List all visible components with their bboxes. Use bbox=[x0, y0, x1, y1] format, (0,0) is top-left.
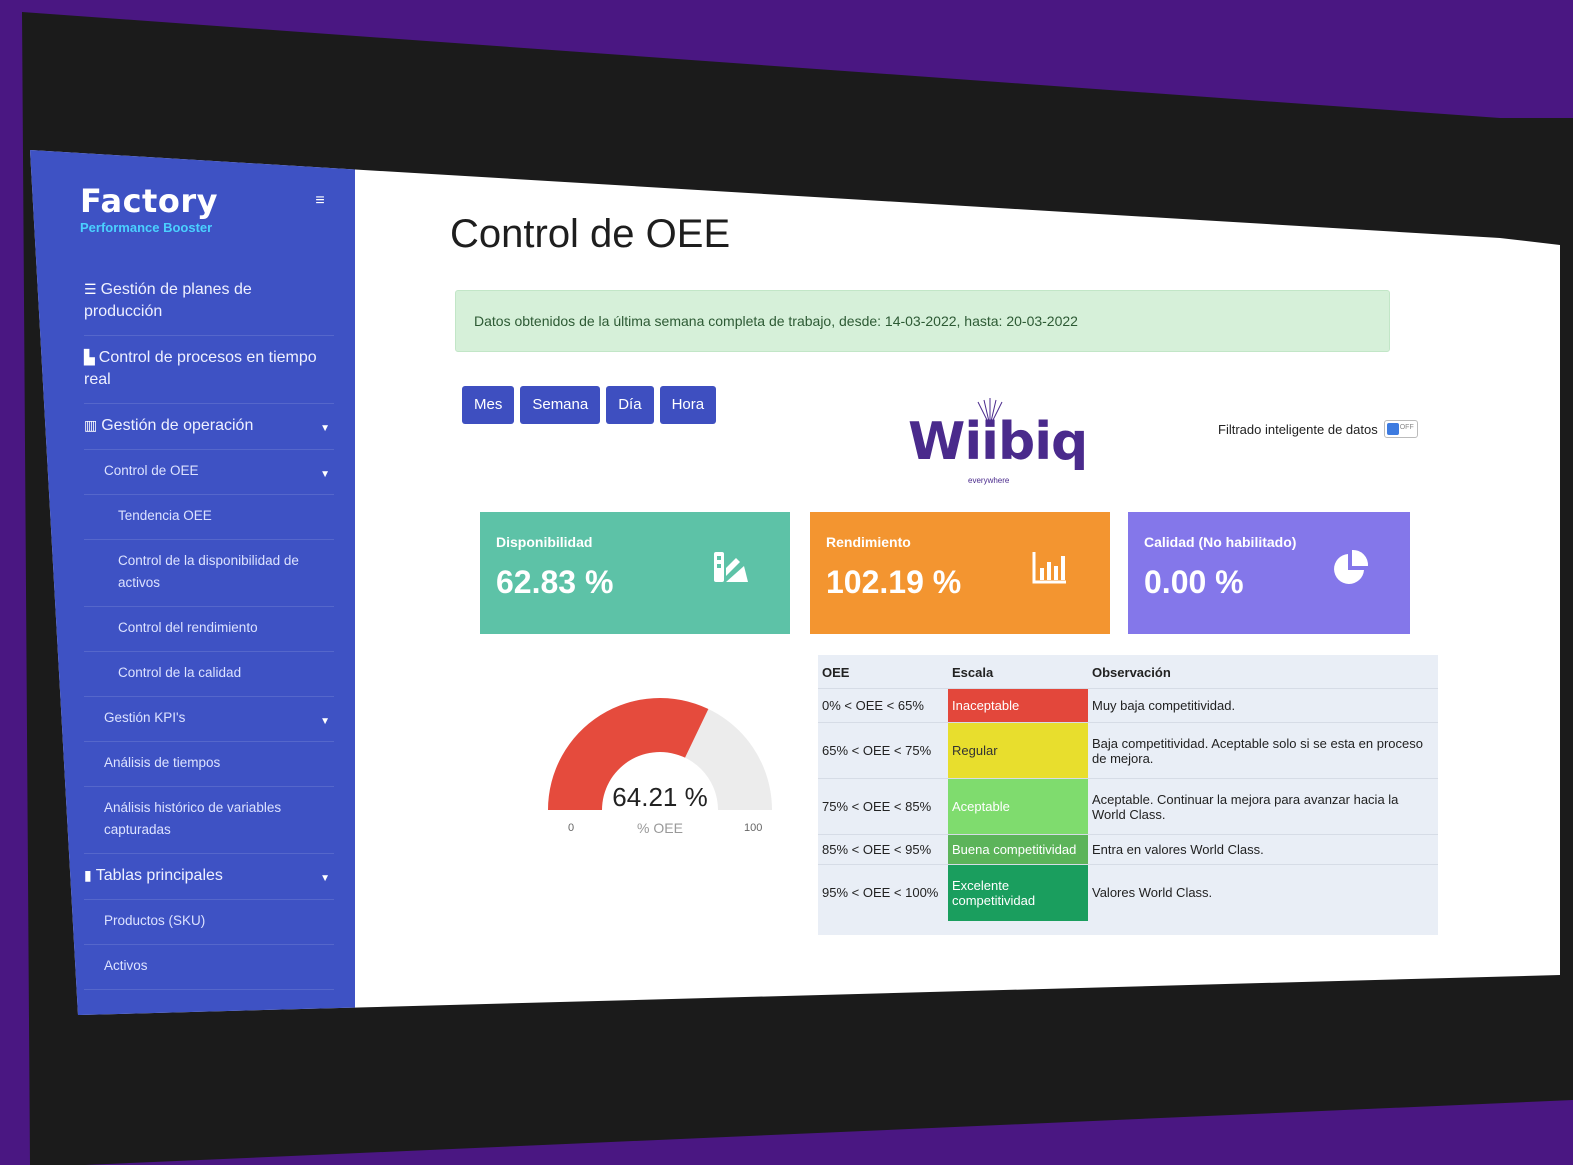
chevron-down-icon: ▼ bbox=[320, 423, 330, 434]
sidebar: Factory Performance Booster ≡ ☰ Gestión d… bbox=[30, 150, 355, 1015]
sidebar-item-label: Tendencia OEE bbox=[118, 508, 212, 523]
sidebar-item[interactable]: Control de la disponibilidad de activos bbox=[84, 540, 334, 607]
logo-tagline: everywhere bbox=[968, 476, 1010, 485]
sidebar-item[interactable]: Análisis histórico de variables capturad… bbox=[84, 787, 334, 854]
period-button-group: Mes Semana Día Hora bbox=[462, 386, 717, 424]
app-screen: Factory Performance Booster ≡ ☰ Gestión d… bbox=[30, 150, 1560, 1015]
oee-gauge: 64.21 % % OEE 0 100 bbox=[540, 680, 780, 850]
sidebar-item[interactable]: Tendencia OEE bbox=[84, 495, 334, 540]
sidebar-nav: ☰ Gestión de planes de producción ▙ Control… bbox=[84, 268, 334, 990]
week-button[interactable]: Semana bbox=[520, 386, 601, 424]
sidebar-item[interactable]: ▮ Tablas principales ▼ bbox=[84, 854, 334, 900]
bar-chart-icon: ▥ bbox=[84, 417, 98, 433]
chevron-down-icon: ▼ bbox=[320, 716, 330, 727]
oee-range-cell: 85% < OEE < 95% bbox=[818, 834, 948, 865]
performance-card: Rendimiento 102.19 % bbox=[810, 512, 1110, 634]
menu-toggle-icon[interactable]: ≡ bbox=[308, 188, 332, 214]
sidebar-item[interactable]: Gestión KPI's ▼ bbox=[84, 697, 334, 742]
oee-scale-cell: Regular bbox=[948, 722, 1088, 779]
palette-icon bbox=[710, 548, 750, 597]
table-row: 75% < OEE < 85% Aceptable Aceptable. Conti… bbox=[818, 778, 1438, 835]
switch-knob bbox=[1386, 423, 1399, 435]
table-row: 65% < OEE < 75% Regular Baja competitivida… bbox=[818, 722, 1438, 779]
oee-scale-cell: Inaceptable bbox=[948, 688, 1088, 723]
oee-scale-table: OEE Escala Observación 0% < OEE < 65% Ina… bbox=[818, 655, 1438, 935]
sidebar-item[interactable]: ▙ Control de procesos en tiempo real bbox=[84, 336, 334, 404]
oee-range-cell: 0% < OEE < 65% bbox=[818, 688, 948, 723]
switch-off-label: OFF bbox=[1399, 424, 1414, 431]
oee-range-cell: 75% < OEE < 85% bbox=[818, 778, 948, 835]
oee-range-cell: 95% < OEE < 100% bbox=[818, 864, 948, 921]
sidebar-item-label: Activos bbox=[104, 958, 148, 973]
table-row: 95% < OEE < 100% Excelente competitividad… bbox=[818, 864, 1438, 921]
oee-range-cell: 65% < OEE < 75% bbox=[818, 722, 948, 779]
sidebar-item-label: Control de la calidad bbox=[118, 665, 242, 680]
main-content: Control de OEE Datos obtenidos de la últ… bbox=[450, 150, 1530, 1015]
clipboard-icon: ▮ bbox=[84, 867, 92, 883]
sidebar-item-label: Control de OEE bbox=[104, 463, 199, 478]
oee-observation-cell: Muy baja competitividad. bbox=[1088, 688, 1438, 723]
smart-filter-label: Filtrado inteligente de datos bbox=[1218, 421, 1378, 437]
column-header-observation: Observación bbox=[1092, 665, 1171, 680]
sidebar-item[interactable]: Activos bbox=[84, 945, 334, 990]
chevron-down-icon: ▼ bbox=[320, 873, 330, 884]
sidebar-item[interactable]: Control de la calidad bbox=[84, 652, 334, 697]
smart-filter-switch[interactable]: OFF bbox=[1383, 420, 1418, 438]
oee-observation-cell: Entra en valores World Class. bbox=[1088, 834, 1438, 865]
gauge-max: 100 bbox=[744, 822, 763, 834]
brand-logo[interactable]: Factory Performance Booster bbox=[80, 182, 218, 235]
oee-scale-cell: Aceptable bbox=[948, 778, 1088, 835]
oee-scale-cell: Buena competitividad bbox=[948, 834, 1088, 865]
oee-observation-cell: Baja competitividad. Aceptable solo si s… bbox=[1088, 722, 1438, 779]
column-header-oee: OEE bbox=[822, 665, 850, 680]
logo-text: Wiibiq bbox=[908, 412, 1088, 472]
page-title: Control de OEE bbox=[450, 212, 731, 256]
gauge-min: 0 bbox=[568, 822, 575, 834]
sidebar-item-label: Gestión KPI's bbox=[104, 710, 186, 725]
sidebar-item-label: Análisis histórico de variables capturad… bbox=[104, 800, 282, 837]
info-alert: Datos obtenidos de la última semana comp… bbox=[455, 290, 1390, 352]
chevron-down-icon: ▼ bbox=[320, 469, 330, 480]
column-header-scale: Escala bbox=[952, 665, 994, 680]
sidebar-item[interactable]: ☰ Gestión de planes de producción bbox=[84, 268, 334, 336]
quality-card: Calidad (No habilitado) 0.00 % bbox=[1128, 512, 1410, 634]
day-button[interactable]: Día bbox=[606, 386, 654, 424]
sidebar-item-label: Control del rendimiento bbox=[118, 620, 258, 635]
sidebar-item-label: Gestión de operación bbox=[101, 417, 254, 434]
smart-filter: Filtrado inteligente de datos OFF bbox=[1218, 420, 1418, 438]
oee-observation-cell: Valores World Class. bbox=[1088, 864, 1438, 921]
sidebar-item-label: Tablas principales bbox=[95, 867, 223, 884]
oee-scale-cell: Excelente competitividad bbox=[948, 864, 1088, 921]
month-button[interactable]: Mes bbox=[462, 386, 515, 424]
oee-observation-cell: Aceptable. Continuar la mejora para avan… bbox=[1088, 778, 1438, 835]
sidebar-item-label: Control de procesos en tiempo real bbox=[84, 349, 317, 388]
hour-button[interactable]: Hora bbox=[659, 386, 717, 424]
sidebar-item[interactable]: ▥ Gestión de operación ▼ bbox=[84, 404, 334, 450]
sidebar-item-label: Productos (SKU) bbox=[104, 913, 206, 928]
sidebar-item[interactable]: Control del rendimiento bbox=[84, 607, 334, 652]
bar-chart-icon bbox=[1030, 548, 1070, 597]
sidebar-item[interactable]: Análisis de tiempos bbox=[84, 742, 334, 787]
list-icon: ☰ bbox=[84, 281, 97, 297]
gauge-value: 64.21 % bbox=[612, 782, 708, 812]
sidebar-item-label: Gestión de planes de producción bbox=[84, 281, 252, 320]
availability-card: Disponibilidad 62.83 % bbox=[480, 512, 790, 634]
sidebar-item-label: Control de la disponibilidad de activos bbox=[118, 553, 299, 590]
brand-subtitle: Performance Booster bbox=[80, 220, 213, 235]
brand-title: Factory bbox=[80, 182, 218, 220]
wiibiq-logo: Wiibiq everywhere bbox=[908, 398, 1088, 488]
sidebar-item-label: Análisis de tiempos bbox=[104, 755, 221, 770]
area-chart-icon: ▙ bbox=[84, 349, 95, 365]
pie-chart-icon bbox=[1330, 548, 1370, 597]
table-row: 0% < OEE < 65% Inaceptable Muy baja compet… bbox=[818, 688, 1438, 723]
table-row: 85% < OEE < 95% Buena competitividad Entra… bbox=[818, 834, 1438, 865]
sidebar-item[interactable]: Control de OEE ▼ bbox=[84, 450, 334, 495]
sidebar-item[interactable]: Productos (SKU) bbox=[84, 900, 334, 945]
